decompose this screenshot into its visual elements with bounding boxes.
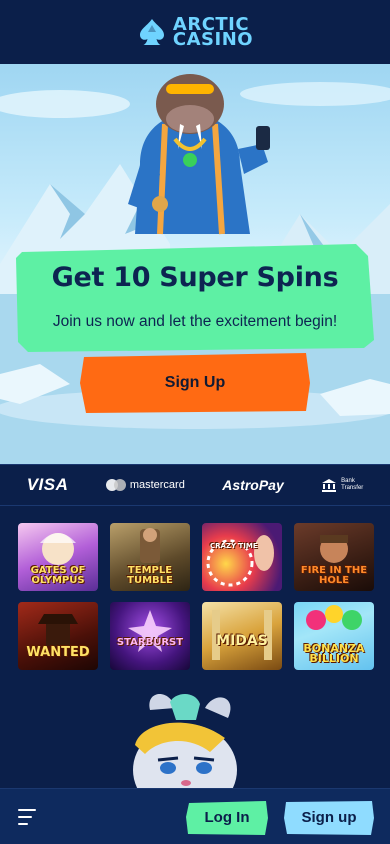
mascot-area [0, 690, 390, 788]
bank-label-1: Bank [341, 478, 355, 484]
bank-icon [322, 479, 337, 492]
game-title: MIDAS [216, 633, 268, 649]
bottom-navigation-bar: Log In Sign up [0, 788, 390, 844]
hero-signup-button[interactable]: Sign Up [80, 353, 310, 413]
promo-card [16, 244, 374, 352]
spade-icon [139, 19, 164, 45]
promo-card-shape [16, 244, 374, 352]
game-title: GATES OF OLYMPUS [30, 565, 86, 586]
hero-banner: Get 10 Super Spins Join us now and let t… [0, 64, 390, 464]
login-button[interactable]: Log In [186, 801, 268, 835]
bank-label-2: Transfer [341, 485, 364, 491]
hero-signup-label: Sign Up [164, 374, 226, 391]
game-tile[interactable]: BONANZA BILLION [294, 602, 374, 670]
brand-logo[interactable]: ARCTIC CASINO [137, 16, 254, 50]
game-title: STARBURST [116, 637, 184, 648]
game-tile[interactable]: FIRE IN THE HOLE [294, 523, 374, 591]
game-art [128, 610, 172, 652]
mastercard-logo: mastercard [105, 479, 185, 491]
casino-page: ARCTIC CASINO Get 10 Super Spins Join us… [0, 0, 390, 844]
game-title: CRAZY TIME [210, 542, 258, 550]
game-title: WANTED [26, 645, 90, 660]
menu-icon[interactable] [18, 807, 40, 827]
games-grid: GATES OF OLYMPUS TEMPLE TUMBLE CRAZY TIM… [0, 506, 390, 690]
astropay-label: AstroPay [222, 477, 284, 493]
brand-line-2: CASINO [172, 29, 254, 50]
mastercard-label: mastercard [129, 479, 185, 491]
game-tile[interactable]: MIDAS [202, 602, 282, 670]
mastercard-icon [105, 479, 126, 491]
bunny-mascot-illustration [133, 693, 237, 788]
game-tile[interactable]: TEMPLE TUMBLE [110, 523, 190, 591]
login-label: Log In [204, 809, 250, 826]
game-title: BONANZA BILLION [303, 642, 365, 665]
visa-label: VISA [26, 475, 69, 494]
astropay-logo: AstroPay [222, 477, 283, 493]
promo-title: Get 10 Super Spins [51, 262, 339, 293]
bank-transfer-logo: Bank Transfer [321, 478, 363, 492]
game-title: FIRE IN THE HOLE [300, 565, 368, 586]
game-tile[interactable]: GATES OF OLYMPUS [18, 523, 98, 591]
game-art [206, 535, 274, 587]
game-title: TEMPLE TUMBLE [127, 565, 173, 586]
game-tile[interactable]: WANTED [18, 602, 98, 670]
signup-label: Sign up [301, 809, 357, 826]
game-tile[interactable]: STARBURST [110, 602, 190, 670]
game-tile[interactable]: CRAZY TIME [202, 523, 282, 591]
signup-button[interactable]: Sign up [284, 801, 374, 835]
header: ARCTIC CASINO [0, 0, 390, 64]
promo-subtitle: Join us now and let the excitement begin… [52, 313, 338, 330]
visa-logo: VISA [27, 475, 69, 495]
payment-methods-bar: VISA mastercard AstroPay Bank Transfer [0, 464, 390, 506]
